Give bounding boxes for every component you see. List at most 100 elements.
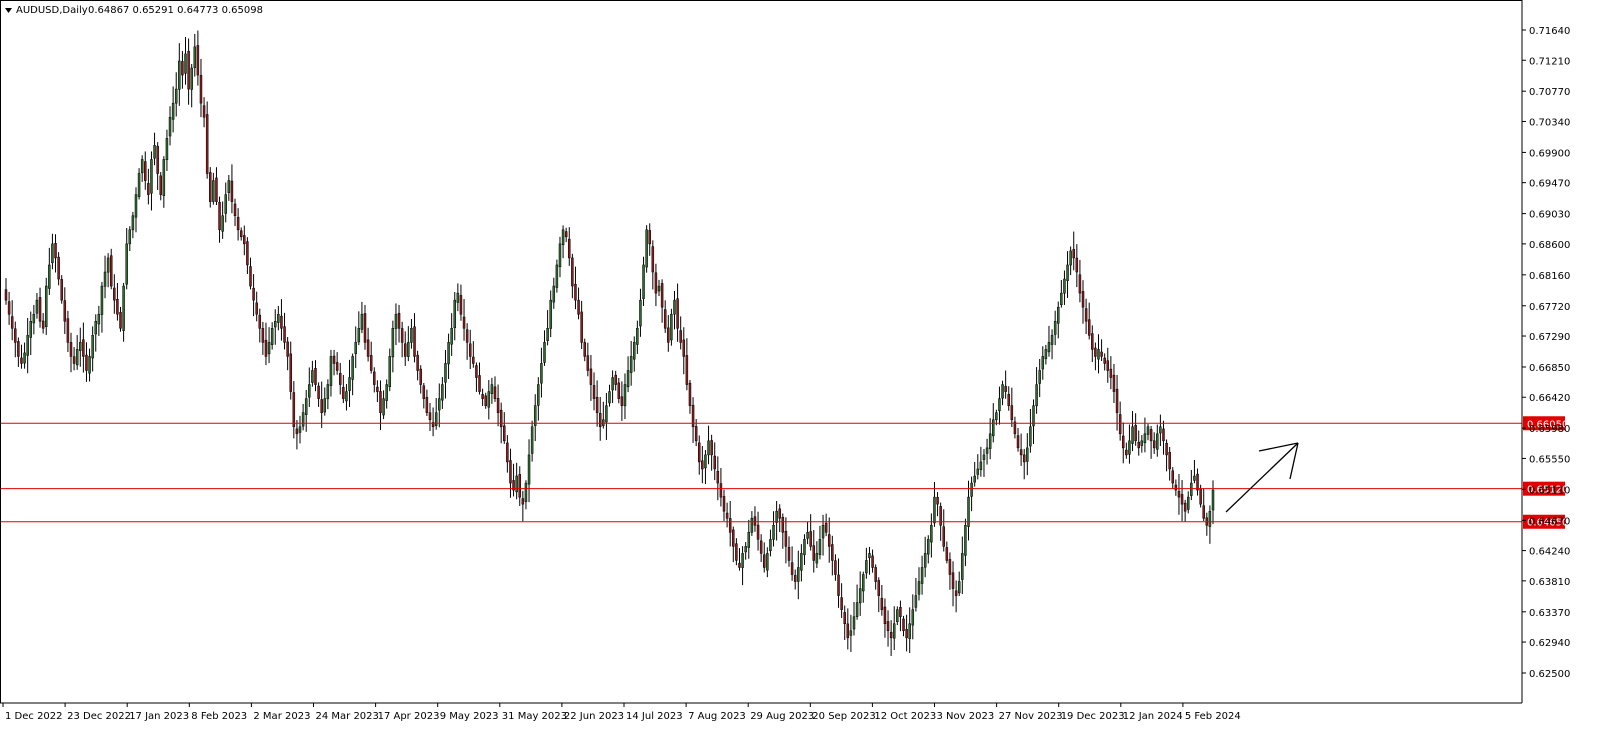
candle [360, 301, 364, 334]
price-level[interactable]: 0.65120 [1, 481, 1568, 496]
projection-arrow[interactable] [1225, 442, 1299, 513]
candle [66, 310, 70, 352]
price-tick-label: 0.66420 [1529, 393, 1570, 404]
candle-body [710, 440, 713, 456]
candle-body [493, 386, 497, 399]
price-tick-label: 0.65980 [1529, 424, 1570, 435]
candle-body [1078, 274, 1082, 294]
candle-body [57, 256, 60, 280]
price-tick: 0.63370 [1522, 608, 1570, 619]
candle [26, 317, 29, 374]
candle [639, 288, 642, 337]
candle [32, 304, 36, 335]
candle [493, 376, 497, 402]
candle [1035, 367, 1038, 414]
candle-body [571, 257, 574, 287]
candle-body [1072, 249, 1075, 259]
candle [1183, 499, 1187, 522]
candle-body [447, 342, 450, 365]
candle-body [589, 368, 593, 385]
candle [803, 534, 806, 566]
price-level[interactable]: 0.66050 [1, 416, 1568, 431]
candle-body [233, 203, 237, 216]
candle-body [1038, 370, 1041, 384]
candle-body [298, 426, 302, 433]
candle [1069, 246, 1072, 276]
candle [967, 480, 970, 541]
candle [629, 340, 633, 386]
candle-body [1035, 384, 1038, 407]
candle-body [577, 299, 580, 315]
time-tick: 19 Dec 2023 [1058, 703, 1125, 722]
candle [580, 300, 583, 350]
candle-body [1168, 452, 1171, 470]
candle-body [354, 342, 357, 354]
candle [586, 342, 590, 377]
candle-body [654, 272, 658, 294]
candle [759, 534, 763, 562]
candle [1081, 280, 1085, 324]
price-chart[interactable]: 0.66050 0.65120 0.64650 AUDUSD,Daily 0.648… [0, 0, 1618, 749]
candle-body [598, 413, 602, 428]
candle-body [741, 553, 744, 568]
candle [747, 519, 751, 559]
candle [376, 380, 379, 403]
candle-body [682, 339, 686, 357]
candle-body [914, 595, 918, 608]
candle-body [1174, 484, 1178, 491]
price-tick: 0.62500 [1522, 669, 1570, 680]
candle-body [17, 341, 20, 357]
candle [292, 381, 296, 439]
candle-body [48, 264, 51, 289]
candle [657, 279, 661, 297]
candle-body [518, 474, 521, 498]
time-tick: 5 Feb 2024 [1182, 703, 1241, 722]
time-tick-label: 3 Nov 2023 [937, 711, 995, 722]
candle [205, 101, 209, 179]
candle [453, 291, 457, 341]
candle-body [673, 299, 676, 315]
candle-body [373, 371, 376, 385]
candle-body [945, 547, 949, 561]
candle-body [1075, 257, 1079, 273]
candle [218, 196, 221, 243]
candle [280, 299, 283, 341]
candle-body [277, 313, 280, 323]
candle-body [1050, 335, 1054, 345]
candle-body [840, 597, 843, 610]
candle-body [342, 387, 345, 399]
candle-body [1022, 454, 1026, 463]
candle [428, 403, 432, 432]
candle [162, 156, 166, 208]
candle-body [568, 238, 571, 259]
price-level[interactable]: 0.64650 [1, 514, 1568, 529]
candle [1125, 442, 1128, 459]
time-tick: 8 Feb 2023 [188, 703, 247, 722]
candle [17, 337, 20, 367]
candle-body [444, 363, 447, 383]
candle [1029, 408, 1032, 453]
candle [846, 608, 850, 650]
candle-body [1152, 440, 1156, 449]
candle [181, 50, 184, 89]
candle-body [738, 562, 741, 568]
candle [772, 511, 775, 547]
candle-body [246, 241, 249, 266]
candle-body [1186, 496, 1190, 510]
candle [1171, 467, 1175, 489]
candle [744, 542, 747, 560]
triangle-down-icon[interactable] [5, 8, 12, 13]
candle [1186, 491, 1190, 514]
candle-body [862, 574, 865, 592]
time-tick: 1 Dec 2022 [2, 703, 63, 722]
candle [818, 525, 822, 560]
candle [320, 381, 323, 429]
candle [202, 97, 206, 128]
time-tick: 9 May 2023 [437, 703, 499, 722]
candle [131, 211, 135, 239]
candle [756, 511, 760, 551]
candle [44, 277, 48, 335]
candle [338, 362, 342, 395]
candle-body [701, 460, 704, 470]
price-tick: 0.63810 [1522, 577, 1570, 588]
